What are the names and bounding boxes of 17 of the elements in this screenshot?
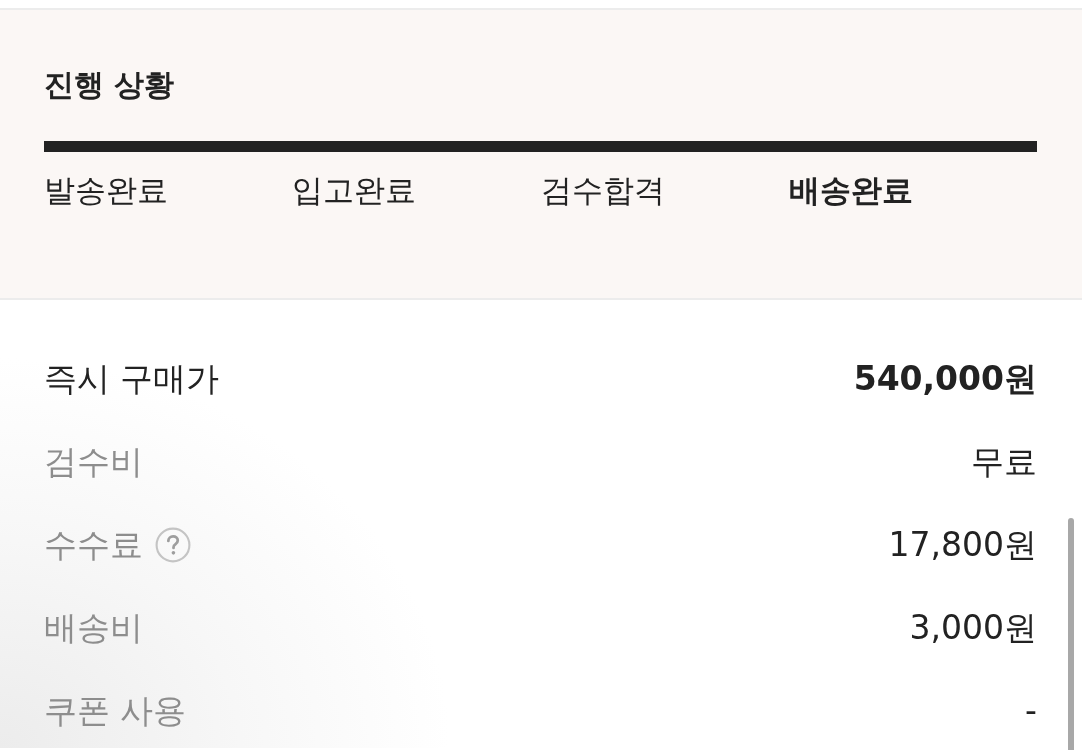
price-value: 무료 [971, 440, 1037, 483]
price-label: 쿠폰 사용 [44, 689, 187, 732]
price-label: 수수료 [44, 523, 143, 566]
step-label: 검수합격 [540, 171, 665, 210]
step-label: 입고완료 [292, 171, 417, 210]
price-label: 즉시 구매가 [44, 357, 220, 400]
price-value: 3,000원 [909, 606, 1037, 649]
price-value: - [1025, 689, 1037, 732]
step-label: 배송완료 [788, 171, 913, 210]
scrollbar[interactable] [1068, 518, 1074, 750]
price-value: 17,800원 [888, 523, 1037, 566]
price-value: 540,000원 [853, 357, 1037, 400]
step-label: 발송완료 [44, 171, 168, 210]
section-title: 진행 상황 [44, 66, 176, 104]
price-label: 배송비 [44, 606, 143, 649]
price-label: 검수비 [44, 440, 143, 483]
help-icon[interactable] [155, 526, 191, 563]
